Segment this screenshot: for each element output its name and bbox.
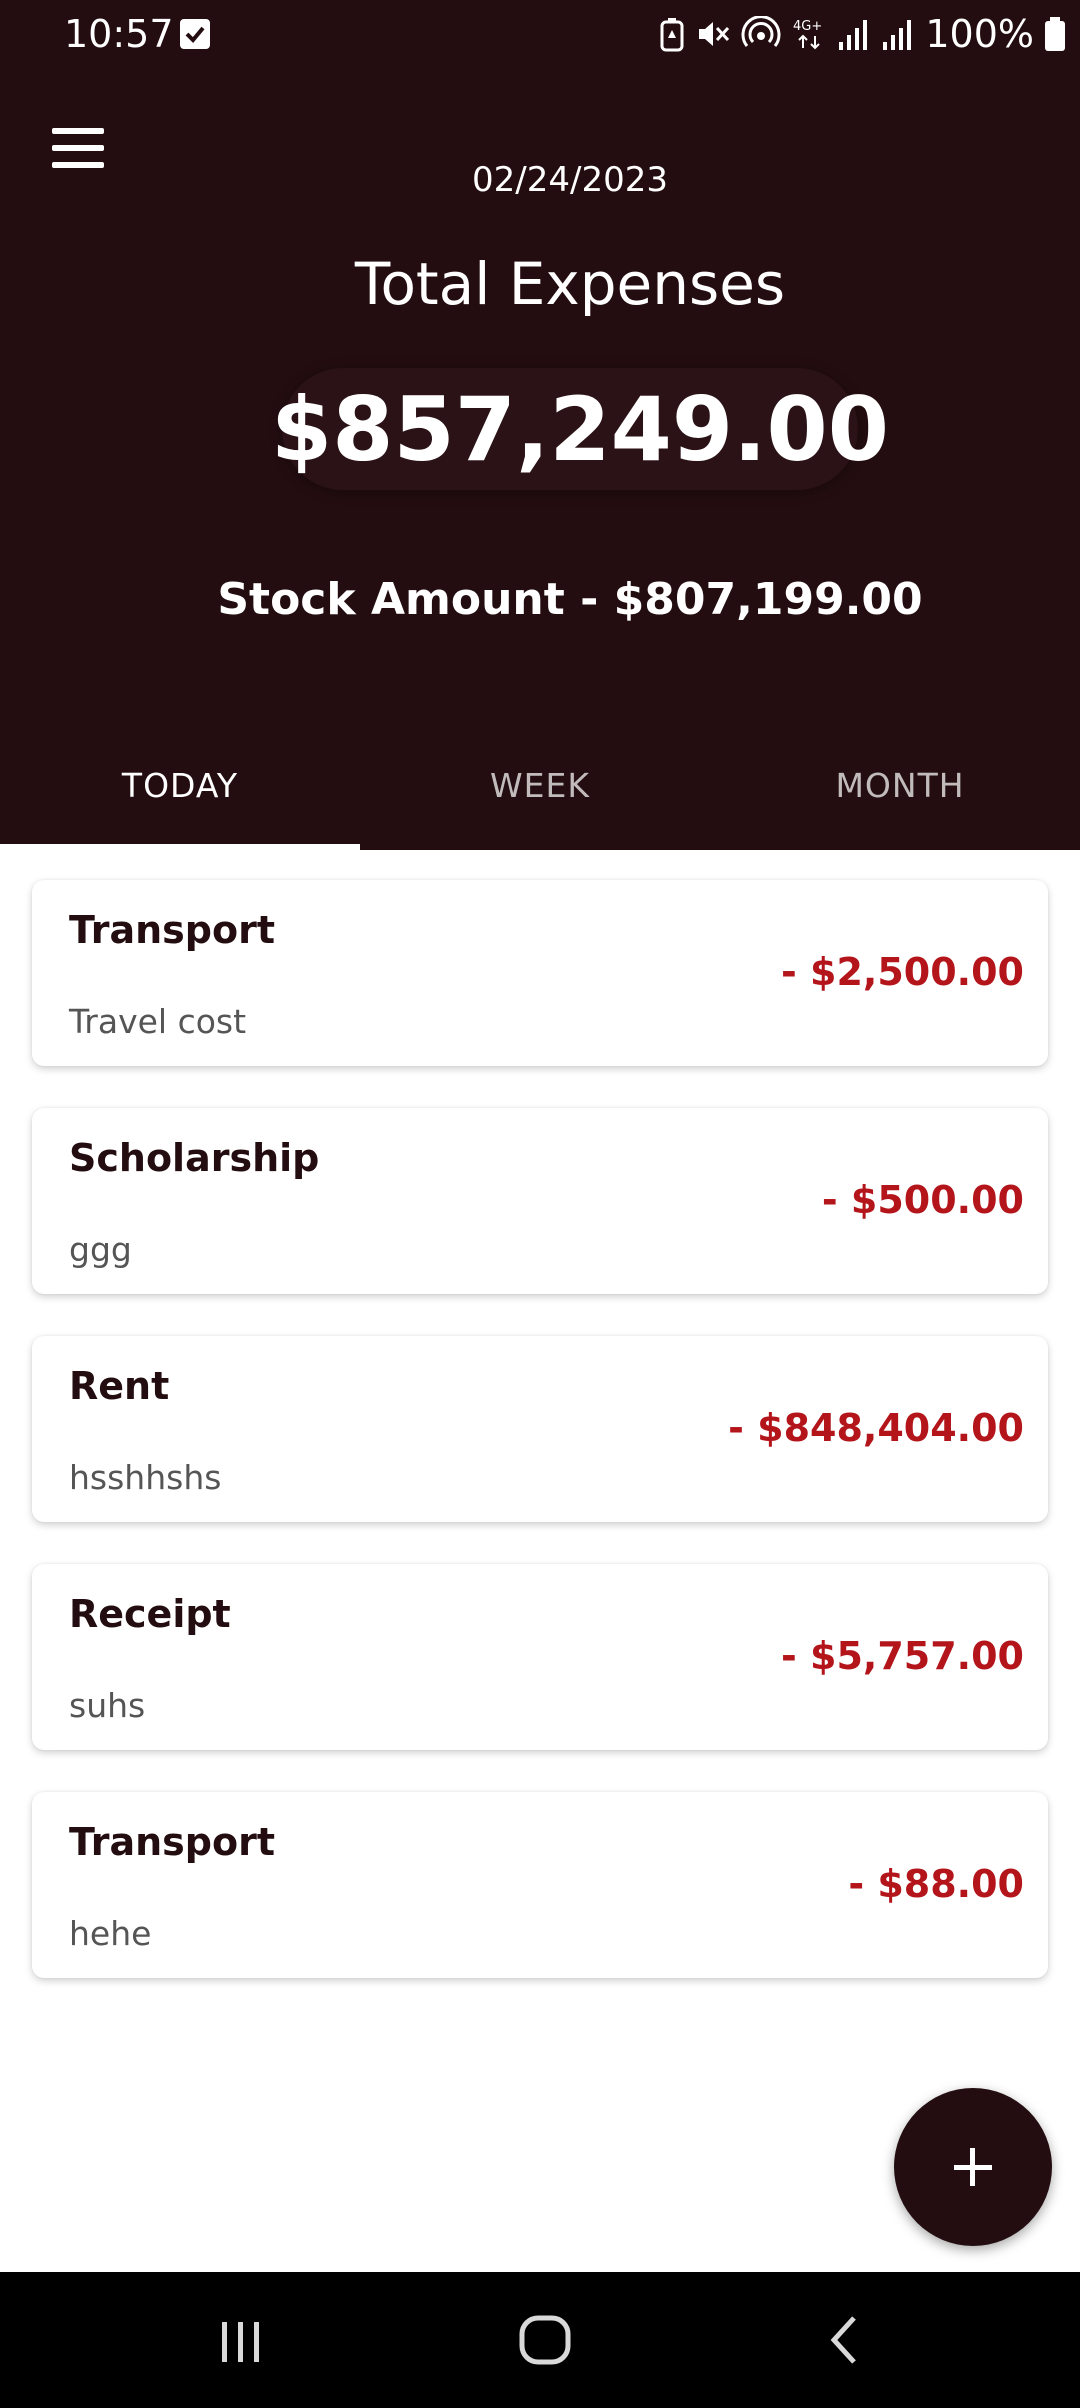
expense-category: Scholarship: [69, 1136, 320, 1180]
expense-card[interactable]: Transport hehe - $88.00: [32, 1792, 1048, 1978]
expense-card[interactable]: Transport Travel cost - $2,500.00: [32, 880, 1048, 1066]
expense-amount: - $5,757.00: [781, 1634, 1024, 1678]
expense-card[interactable]: Rent hsshhshs - $848,404.00: [32, 1336, 1048, 1522]
task-check-icon: [180, 19, 210, 49]
screen: 10:57 4G+ 100% 02/24/2023 Total Expenses…: [0, 0, 1080, 2408]
expense-description: suhs: [69, 1686, 146, 1725]
mute-icon: [699, 22, 730, 46]
network-4g-icon: 4G+: [793, 19, 823, 50]
expense-amount: - $500.00: [821, 1178, 1024, 1222]
expense-amount: - $88.00: [848, 1862, 1024, 1906]
expense-list: Transport Travel cost - $2,500.00 Schola…: [32, 880, 1048, 2020]
battery-percent: 100%: [925, 12, 1034, 56]
current-date: 02/24/2023: [472, 160, 668, 200]
tab-today[interactable]: TODAY: [0, 740, 360, 850]
period-tabs: TODAY WEEK MONTH: [0, 740, 1080, 850]
page-title: Total Expenses: [354, 250, 786, 318]
battery-saver-icon: [660, 18, 684, 52]
back-icon[interactable]: [800, 2300, 890, 2380]
active-tab-indicator: [0, 844, 360, 850]
svg-text:4G+: 4G+: [793, 19, 822, 34]
home-icon[interactable]: [500, 2300, 590, 2380]
recent-apps-icon[interactable]: [196, 2300, 286, 2380]
system-navigation-bar: [0, 2272, 1080, 2408]
signal-icon: [839, 20, 868, 50]
app-header: 10:57 4G+ 100% 02/24/2023 Total Expenses…: [0, 0, 1080, 850]
status-time: 10:57: [64, 12, 174, 56]
expense-category: Transport: [69, 1820, 276, 1864]
expense-description: ggg: [69, 1230, 132, 1269]
add-expense-button[interactable]: [894, 2088, 1052, 2246]
expense-description: hehe: [69, 1914, 152, 1953]
expense-category: Transport: [69, 908, 276, 952]
expense-card[interactable]: Receipt suhs - $5,757.00: [32, 1564, 1048, 1750]
expense-category: Rent: [69, 1364, 170, 1408]
status-bar: 10:57 4G+ 100%: [0, 0, 1080, 70]
battery-icon: [1045, 17, 1065, 51]
total-expenses-amount: $857,249.00: [271, 378, 889, 481]
tab-week[interactable]: WEEK: [360, 740, 720, 850]
plus-icon: [954, 2148, 992, 2186]
expense-description: hsshhshs: [69, 1458, 222, 1497]
signal-icon-2: [883, 20, 912, 50]
expense-amount: - $2,500.00: [781, 950, 1024, 994]
hotspot-icon: [741, 16, 781, 47]
stock-amount: Stock Amount - $807,199.00: [217, 574, 923, 625]
status-icons: 4G+ 100%: [659, 8, 1066, 60]
expense-card[interactable]: Scholarship ggg - $500.00: [32, 1108, 1048, 1294]
expense-description: Travel cost: [69, 1002, 247, 1041]
expense-amount: - $848,404.00: [728, 1406, 1024, 1450]
tab-month[interactable]: MONTH: [720, 740, 1080, 850]
expense-category: Receipt: [69, 1592, 231, 1636]
